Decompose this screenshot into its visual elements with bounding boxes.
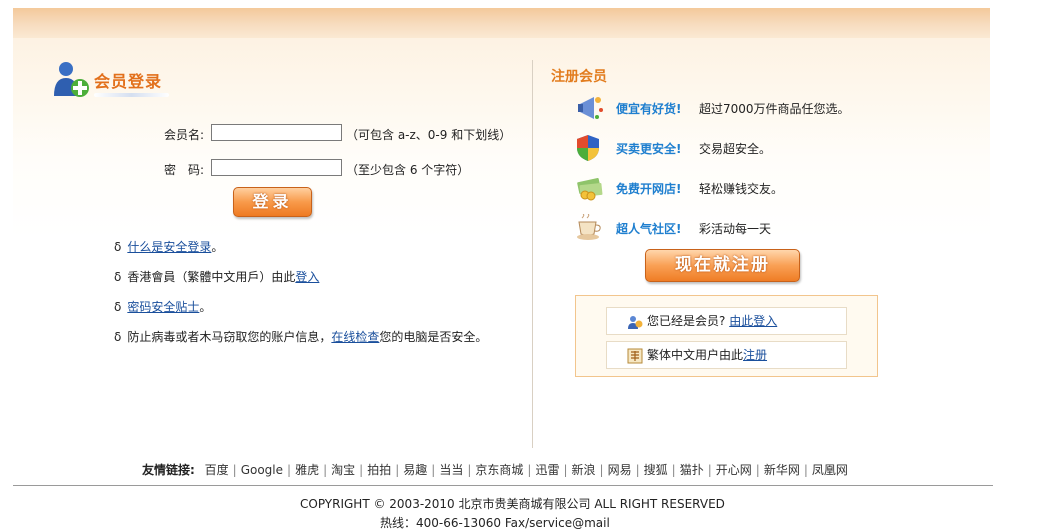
tip-bullet: δ [114,240,122,254]
traditional-register-row: 繁体中文用户由此注册 [606,341,847,369]
tip-prefix: 防止病毒或者木马窃取您的账户信息， [127,330,332,344]
title-underline [94,93,169,97]
username-hint: （可包含 a-z、0-9 和下划线） [346,128,512,142]
password-input[interactable] [211,159,342,176]
feature-free-shop: 免费开网店! 轻松赚钱交友。 [576,174,906,202]
online-check-link[interactable]: 在线检查 [331,330,379,344]
member-login-link[interactable]: 由此登入 [729,314,777,328]
column-divider [532,60,533,448]
tip-bullet: δ [114,300,122,314]
already-member-text: 您已经是会员? 由此登入 [647,308,777,334]
already-member-label: 您已经是会员? [647,314,726,328]
tip-hk-member: δ 香港會員（繁體中文用戶）由此登入 [114,268,319,285]
friend-link[interactable]: 易趣 [403,463,427,477]
feature-secure-trade: 买卖更安全! 交易超安全。 [576,134,906,162]
friend-link[interactable]: 淘宝 [331,463,355,477]
feature-title: 超人气社区! [616,222,682,236]
member-login-icon [52,60,92,100]
friend-link[interactable]: 百度 [205,463,229,477]
feature-desc: 轻松赚钱交友。 [699,182,784,196]
friend-link[interactable]: 凤凰网 [812,463,848,477]
feature-title: 买卖更安全! [616,142,682,156]
hotline-text: 热线：400-66-13060 Fax/service@mail [380,516,610,530]
friend-link[interactable]: 拍拍 [367,463,391,477]
login-button[interactable]: 登录 [233,187,312,217]
traditional-chinese-icon [627,347,643,364]
friend-links-label: 友情链接: [142,463,195,477]
already-member-row: 您已经是会员? 由此登入 [606,307,847,335]
friend-link[interactable]: 迅雷 [535,463,559,477]
feature-desc: 交易超安全。 [699,142,772,156]
top-banner [13,8,990,38]
feature-cheap-goods: 便宜有好货! 超过7000万件商品任您选。 [576,94,906,122]
feature-community: 超人气社区! 彩活动每一天 [576,213,906,242]
password-label: 密 码: [163,163,204,177]
hk-login-link[interactable]: 登入 [295,270,319,284]
friend-link[interactable]: 新浪 [572,463,596,477]
traditional-label: 繁体中文用户由此 [647,348,744,362]
friend-link[interactable]: Google [241,463,283,477]
friend-link[interactable]: 开心网 [716,463,752,477]
megaphone-icon [576,94,606,122]
copyright-text: COPYRIGHT © 2003-2010 北京市贵美商城有限公司 ALL RI… [300,497,725,511]
feature-desc: 超过7000万件商品任您选。 [699,102,850,116]
password-tips-link[interactable]: 密码安全贴士 [127,300,199,314]
register-now-button[interactable]: 现在就注册 [645,249,800,282]
friend-link[interactable]: 当当 [439,463,463,477]
user-icon [627,313,643,329]
tip-bullet: δ [114,270,122,284]
friend-link[interactable]: 京东商城 [475,463,523,477]
username-input[interactable] [211,124,342,141]
member-box: 您已经是会员? 由此登入 繁体中文用户由此注册 [575,295,878,377]
tip-secure-login: δ 什么是安全登录。 [114,238,223,255]
friend-link[interactable]: 搜狐 [644,463,668,477]
secure-login-link[interactable]: 什么是安全登录 [127,240,211,254]
traditional-text: 繁体中文用户由此注册 [647,342,767,368]
feature-title: 便宜有好货! [616,102,682,116]
register-title: 注册会员 [551,69,607,85]
traditional-register-link[interactable]: 注册 [743,348,767,362]
friend-link[interactable]: 猫扑 [680,463,704,477]
shield-icon [576,134,606,162]
money-icon [576,174,606,202]
tip-prefix: 香港會員（繁體中文用戶）由此 [127,270,296,284]
tip-password-safety: δ 密码安全贴士。 [114,298,211,315]
tip-suffix: 您的电脑是否安全。 [379,330,488,344]
footer-divider [13,485,993,486]
username-label: 会员名: [163,128,204,142]
login-header: 会员登录 [52,60,212,100]
password-hint: （至少包含 6 个字符） [346,163,470,177]
feature-title: 免费开网店! [616,182,682,196]
tip-virus-check: δ 防止病毒或者木马窃取您的账户信息，在线检查您的电脑是否安全。 [114,328,487,345]
friend-link[interactable]: 网易 [608,463,632,477]
feature-desc: 彩活动每一天 [699,222,772,236]
coffee-icon [576,213,606,242]
tip-suffix: 。 [211,240,224,254]
friend-link[interactable]: 新华网 [764,463,800,477]
tip-bullet: δ [114,330,122,344]
tip-suffix: 。 [199,300,212,314]
friend-link[interactable]: 雅虎 [295,463,319,477]
login-title: 会员登录 [94,72,163,91]
friend-links: 友情链接: 百度 | Google | 雅虎 | 淘宝 | 拍拍 | 易趣 | 当当 | 京东商城 | 迅雷 | 新… [142,463,848,477]
